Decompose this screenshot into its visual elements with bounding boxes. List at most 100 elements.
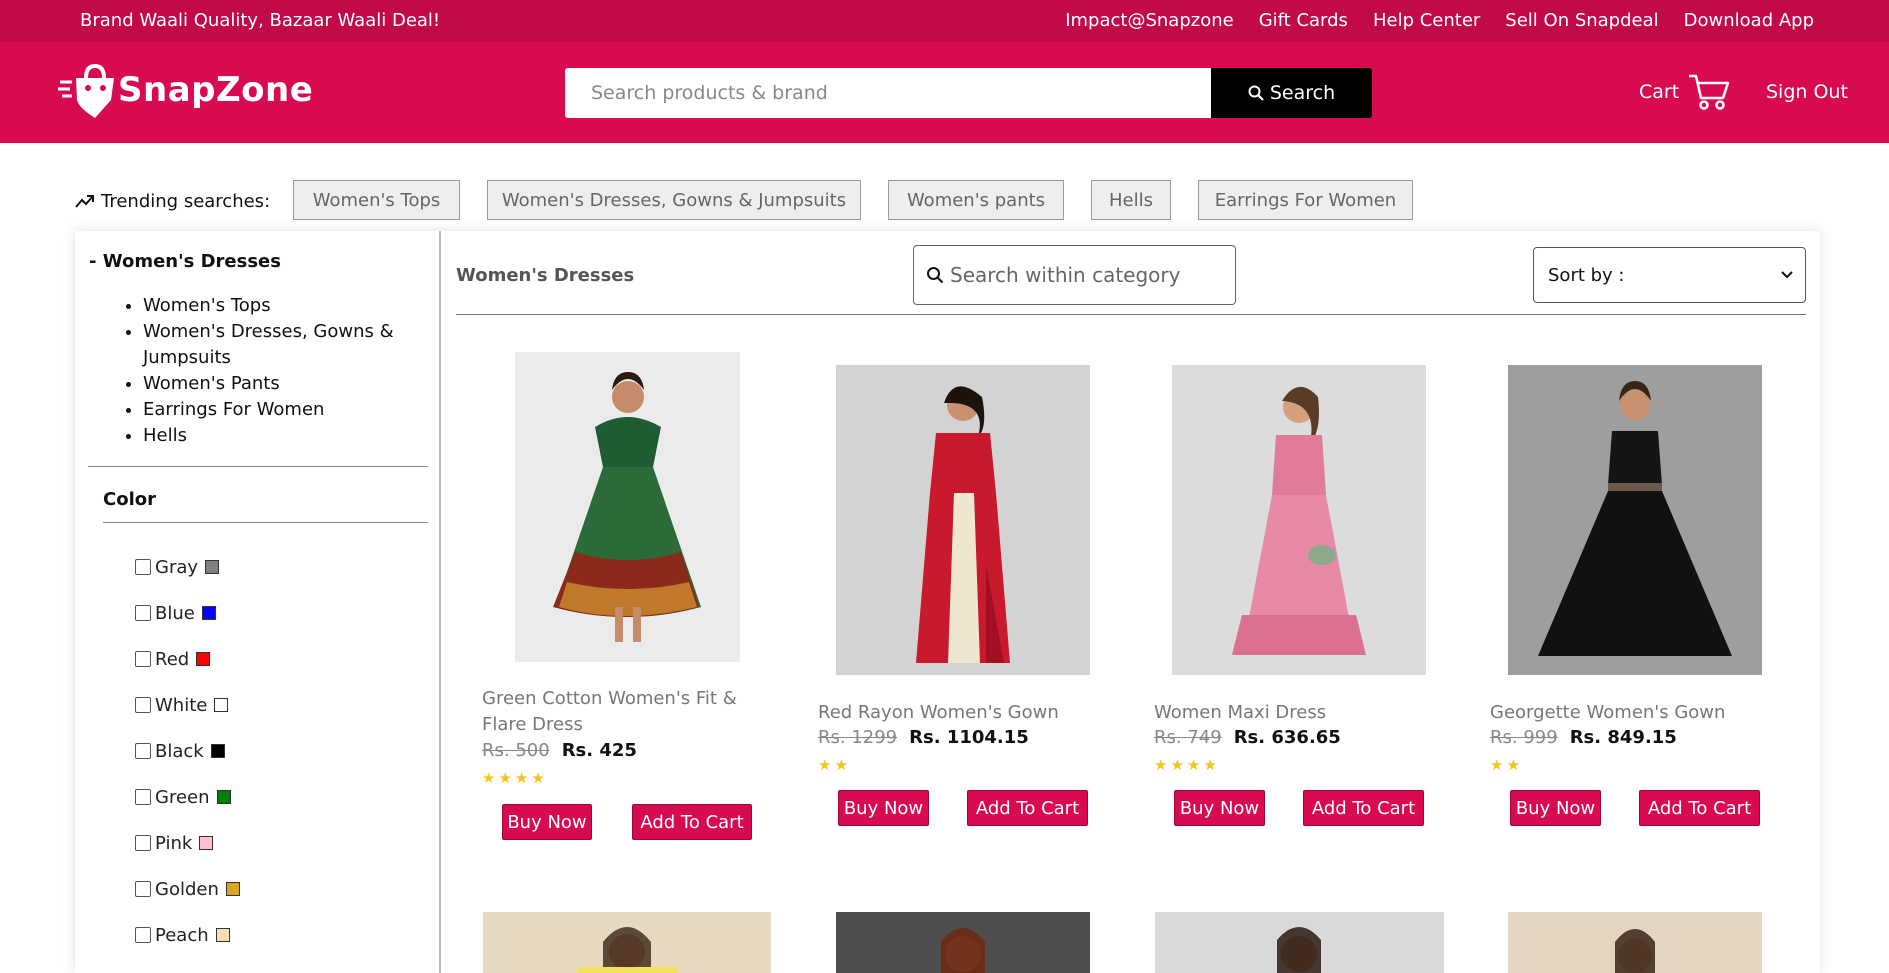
color-checkbox[interactable] — [135, 881, 151, 897]
product-photo-partial — [1508, 912, 1762, 973]
trending-chip-hells[interactable]: Hells — [1091, 180, 1171, 220]
search-button[interactable]: Search — [1211, 68, 1372, 118]
original-price: Rs. 749 — [1154, 727, 1222, 748]
original-price: Rs. 999 — [1490, 727, 1558, 748]
product-name[interactable]: Georgette Women's Gown — [1490, 700, 1770, 726]
search-button-label: Search — [1269, 82, 1336, 104]
color-swatch — [201, 606, 216, 620]
link-download-app[interactable]: Download App — [1684, 10, 1814, 31]
chevron-down-icon — [1781, 271, 1793, 279]
search-input[interactable] — [565, 68, 1211, 118]
color-checkbox[interactable] — [135, 559, 151, 575]
add-to-cart-button[interactable]: Add To Cart — [1303, 790, 1424, 826]
color-option-red[interactable]: Red — [135, 636, 240, 682]
category-item-earrings[interactable]: Earrings For Women — [143, 397, 433, 423]
color-label: Golden — [155, 878, 219, 900]
color-label: Red — [155, 648, 190, 670]
category-search-input[interactable] — [950, 263, 1210, 287]
color-option-gray[interactable]: Gray — [135, 544, 240, 590]
product-image[interactable] — [1508, 365, 1762, 675]
link-help-center[interactable]: Help Center — [1373, 10, 1480, 31]
add-to-cart-button[interactable]: Add To Cart — [632, 804, 752, 840]
color-checkbox[interactable] — [135, 605, 151, 621]
color-option-yellow[interactable]: Yellow — [135, 958, 240, 973]
product-name[interactable]: Women Maxi Dress — [1154, 700, 1434, 726]
dress-photo-black — [1508, 365, 1762, 675]
color-checkbox[interactable] — [135, 697, 151, 713]
color-label: Pink — [155, 832, 193, 854]
link-gift-cards[interactable]: Gift Cards — [1259, 10, 1348, 31]
color-option-black[interactable]: Black — [135, 728, 240, 774]
product-image[interactable] — [1172, 365, 1426, 675]
product-image[interactable] — [515, 352, 740, 662]
product-photo-partial — [1155, 912, 1444, 973]
product-image[interactable] — [483, 912, 771, 973]
trending-up-icon — [75, 195, 94, 208]
color-checkbox[interactable] — [135, 789, 151, 805]
buy-now-button[interactable]: Buy Now — [838, 790, 929, 826]
category-item-womens-tops[interactable]: Women's Tops — [143, 293, 433, 319]
link-sell-on-snapdeal[interactable]: Sell On Snapdeal — [1505, 10, 1658, 31]
color-option-blue[interactable]: Blue — [135, 590, 240, 636]
search-icon — [927, 267, 944, 284]
link-impact[interactable]: Impact@Snapzone — [1065, 10, 1234, 31]
color-label: Black — [155, 740, 204, 762]
color-swatch — [205, 560, 220, 574]
buy-now-button[interactable]: Buy Now — [1174, 790, 1265, 826]
product-photo-partial — [836, 912, 1090, 973]
color-swatch — [199, 836, 214, 850]
color-option-green[interactable]: Green — [135, 774, 240, 820]
category-item-hells[interactable]: Hells — [143, 423, 433, 449]
category-item-womens-dresses[interactable]: Women's Dresses, Gowns & Jumpsuits — [143, 319, 433, 371]
product-image[interactable] — [1155, 912, 1444, 973]
color-checkbox[interactable] — [135, 927, 151, 943]
discounted-price: Rs. 636.65 — [1233, 727, 1341, 748]
color-option-peach[interactable]: Peach — [135, 912, 240, 958]
product-image[interactable] — [836, 365, 1090, 675]
sign-out-link[interactable]: Sign Out — [1766, 81, 1848, 103]
discounted-price: Rs. 425 — [561, 740, 637, 761]
category-item-womens-pants[interactable]: Women's Pants — [143, 371, 433, 397]
discounted-price: Rs. 1104.15 — [909, 727, 1029, 748]
product-listing-panel: - Women's Dresses Women's Tops Women's D… — [75, 231, 1820, 973]
sidebar-divider — [103, 522, 428, 523]
logo[interactable]: SnapZone — [58, 62, 313, 118]
dress-photo-green — [515, 352, 740, 662]
color-option-white[interactable]: White — [135, 682, 240, 728]
product-image[interactable] — [836, 912, 1090, 973]
brand-name: SnapZone — [118, 70, 314, 110]
product-prices: Rs. 1299 Rs. 1104.15 — [818, 727, 1029, 748]
product-image[interactable] — [1508, 912, 1762, 973]
trending-chip-womens-tops[interactable]: Women's Tops — [293, 180, 460, 220]
color-label: Peach — [155, 924, 209, 946]
category-heading[interactable]: - Women's Dresses — [89, 251, 281, 272]
buy-now-button[interactable]: Buy Now — [1510, 790, 1601, 826]
category-search — [913, 245, 1236, 305]
discounted-price: Rs. 849.15 — [1569, 727, 1677, 748]
add-to-cart-button[interactable]: Add To Cart — [1639, 790, 1760, 826]
top-announcement-bar: Brand Waali Quality, Bazaar Waali Deal! … — [0, 0, 1889, 42]
color-checkbox[interactable] — [135, 651, 151, 667]
trending-chip-earrings[interactable]: Earrings For Women — [1198, 180, 1413, 220]
buy-now-button[interactable]: Buy Now — [502, 804, 592, 840]
add-to-cart-button[interactable]: Add To Cart — [967, 790, 1088, 826]
tagline: Brand Waali Quality, Bazaar Waali Deal! — [80, 10, 441, 31]
color-option-pink[interactable]: Pink — [135, 820, 240, 866]
sort-dropdown[interactable]: Sort by : — [1533, 247, 1806, 303]
product-name[interactable]: Green Cotton Women's Fit & Flare Dress — [482, 686, 742, 738]
color-label: White — [155, 694, 208, 716]
trending-searches: Trending searches: — [75, 181, 270, 221]
color-swatch — [210, 744, 225, 758]
original-price: Rs. 1299 — [818, 727, 898, 748]
trending-label: Trending searches: — [101, 190, 271, 212]
color-option-golden[interactable]: Golden — [135, 866, 240, 912]
trending-chip-womens-pants[interactable]: Women's pants — [888, 180, 1064, 220]
color-checkbox[interactable] — [135, 835, 151, 851]
color-swatch — [216, 790, 231, 804]
color-checkbox[interactable] — [135, 743, 151, 759]
product-name[interactable]: Red Rayon Women's Gown — [818, 700, 1098, 726]
trending-chip-womens-dresses[interactable]: Women's Dresses, Gowns & Jumpsuits — [487, 180, 861, 220]
product-prices: Rs. 500 Rs. 425 — [482, 740, 637, 761]
product-prices: Rs. 749 Rs. 636.65 — [1154, 727, 1341, 748]
cart-button[interactable]: Cart — [1639, 72, 1731, 112]
